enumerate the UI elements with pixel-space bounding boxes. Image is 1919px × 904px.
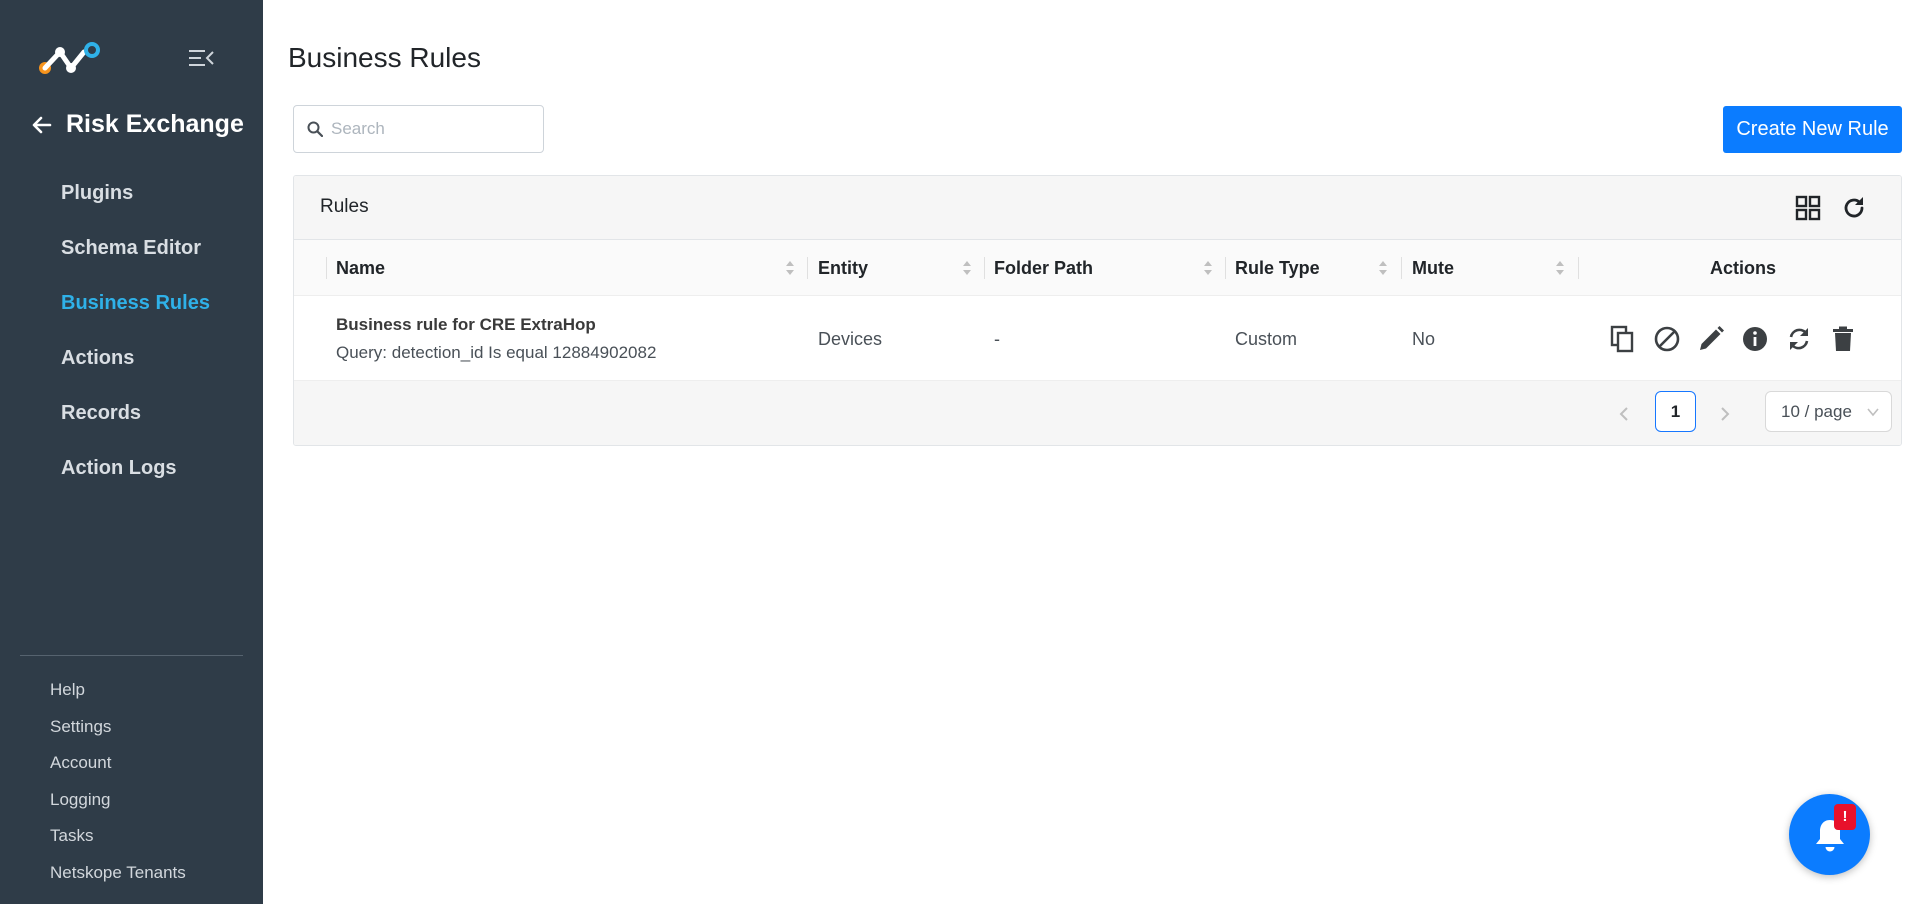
card-title: Rules bbox=[320, 196, 369, 217]
pagination: 1 10 / page bbox=[294, 381, 1901, 445]
rule-name: Business rule for CRE ExtraHop bbox=[336, 315, 596, 334]
sidebar-divider bbox=[20, 655, 243, 656]
sidebar-item-account[interactable]: Account bbox=[0, 745, 263, 782]
rule-mute: No bbox=[1412, 329, 1436, 349]
sidebar-item-netskope-tenants[interactable]: Netskope Tenants bbox=[0, 855, 263, 892]
table-header: Name Entity Folder Path Rule Type Mute A… bbox=[294, 240, 1901, 296]
column-header-actions: Actions bbox=[1710, 258, 1777, 278]
sidebar-bottom-nav: Help Settings Account Logging Tasks Nets… bbox=[0, 672, 263, 891]
edit-icon[interactable] bbox=[1696, 324, 1726, 354]
info-icon[interactable] bbox=[1740, 324, 1770, 354]
back-to-risk-exchange[interactable]: Risk Exchange bbox=[30, 110, 244, 139]
search-box bbox=[293, 105, 544, 153]
sidebar-item-plugins[interactable]: Plugins bbox=[0, 166, 263, 221]
sidebar-item-settings[interactable]: Settings bbox=[0, 709, 263, 746]
sidebar-item-action-logs[interactable]: Action Logs bbox=[0, 441, 263, 496]
disable-icon[interactable] bbox=[1652, 324, 1682, 354]
search-icon bbox=[307, 121, 323, 137]
next-page-icon[interactable] bbox=[1717, 403, 1733, 425]
page-size-select[interactable]: 10 / page bbox=[1765, 391, 1892, 432]
sidebar-item-tasks[interactable]: Tasks bbox=[0, 818, 263, 855]
chevron-down-icon bbox=[1867, 408, 1879, 417]
refresh-icon[interactable] bbox=[1840, 194, 1868, 222]
sort-icon[interactable] bbox=[785, 260, 795, 276]
section-title: Risk Exchange bbox=[66, 110, 244, 138]
column-separator bbox=[326, 257, 327, 279]
rule-folder-path: - bbox=[994, 329, 1000, 349]
column-separator bbox=[1225, 257, 1226, 279]
table-row[interactable]: Business rule for CRE ExtraHop Query: de… bbox=[294, 296, 1901, 381]
column-header-name[interactable]: Name bbox=[336, 240, 385, 296]
delete-icon[interactable] bbox=[1828, 324, 1858, 354]
create-new-rule-button[interactable]: Create New Rule bbox=[1723, 106, 1902, 153]
arrow-left-icon bbox=[32, 116, 52, 133]
rule-type: Custom bbox=[1235, 329, 1298, 349]
sidebar-item-help[interactable]: Help bbox=[0, 672, 263, 709]
column-header-entity[interactable]: Entity bbox=[818, 240, 868, 296]
notifications-button[interactable]: ! bbox=[1789, 794, 1870, 875]
collapse-menu-icon[interactable] bbox=[188, 48, 214, 68]
sidebar-item-actions[interactable]: Actions bbox=[0, 331, 263, 386]
copy-icon[interactable] bbox=[1608, 324, 1638, 354]
sync-icon[interactable] bbox=[1784, 324, 1814, 354]
column-separator bbox=[1578, 257, 1579, 279]
column-header-rule-type[interactable]: Rule Type bbox=[1235, 240, 1320, 296]
column-separator bbox=[984, 257, 985, 279]
sort-icon[interactable] bbox=[1203, 260, 1213, 276]
column-separator bbox=[807, 257, 808, 279]
search-input[interactable] bbox=[331, 119, 531, 139]
sort-icon[interactable] bbox=[1555, 260, 1565, 276]
column-separator bbox=[1401, 257, 1402, 279]
page-title: Business Rules bbox=[288, 42, 481, 73]
sidebar-item-business-rules[interactable]: Business Rules bbox=[0, 276, 263, 331]
column-header-mute[interactable]: Mute bbox=[1412, 240, 1454, 296]
sort-icon[interactable] bbox=[1378, 260, 1388, 276]
sidebar-item-schema-editor[interactable]: Schema Editor bbox=[0, 221, 263, 276]
notification-badge: ! bbox=[1834, 804, 1856, 830]
sort-icon[interactable] bbox=[962, 260, 972, 276]
page-number[interactable]: 1 bbox=[1655, 391, 1696, 432]
rule-entity: Devices bbox=[818, 329, 883, 349]
sidebar-nav: Plugins Schema Editor Business Rules Act… bbox=[0, 166, 263, 496]
page-size-label: 10 / page bbox=[1781, 401, 1852, 421]
sidebar: Risk Exchange Plugins Schema Editor Busi… bbox=[0, 0, 263, 904]
netskope-logo[interactable] bbox=[38, 42, 102, 76]
column-header-folder-path[interactable]: Folder Path bbox=[994, 240, 1093, 296]
sidebar-item-logging[interactable]: Logging bbox=[0, 782, 263, 819]
sidebar-item-records[interactable]: Records bbox=[0, 386, 263, 441]
rule-query: Query: detection_id Is equal 12884902082 bbox=[336, 343, 657, 362]
prev-page-icon[interactable] bbox=[1616, 403, 1632, 425]
rules-card: Rules Name Entity Folder Path Rule Type … bbox=[293, 175, 1902, 446]
grid-view-icon[interactable] bbox=[1794, 194, 1822, 222]
card-header: Rules bbox=[294, 176, 1901, 240]
